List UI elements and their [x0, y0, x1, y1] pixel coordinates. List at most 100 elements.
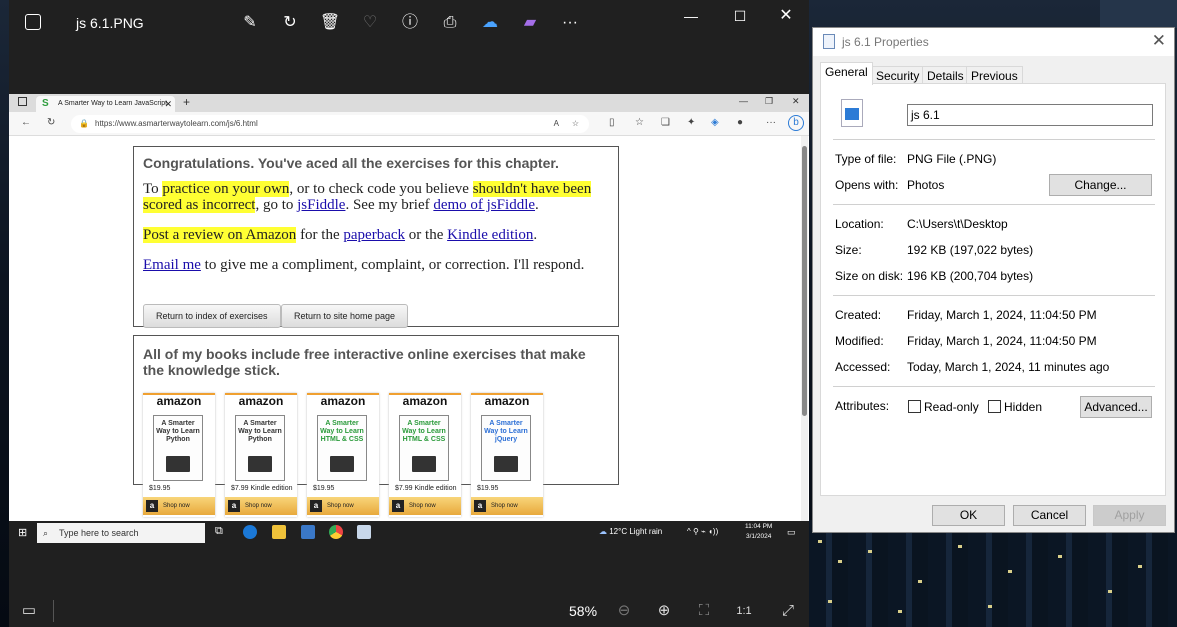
edge-icon: [243, 525, 257, 539]
zoom-out-icon[interactable]: ⊖: [613, 601, 635, 621]
minimize-icon[interactable]: —: [677, 6, 705, 26]
separator: [833, 204, 1155, 205]
general-panel: js 6.1 Type of file: PNG File (.PNG) Ope…: [820, 83, 1166, 496]
back-icon: ←: [21, 117, 31, 128]
book-price: $19.95: [149, 485, 171, 492]
browser-tab: S A Smarter Way to Learn JavaScript ✕: [36, 96, 175, 112]
maximize-icon[interactable]: ☐: [726, 6, 754, 26]
dialog-close-icon[interactable]: ✕: [1152, 31, 1166, 51]
more-options-icon[interactable]: ···: [559, 12, 581, 34]
inner-taskbar: ⊞ ⌕ Type here to search ⧉ ☁ 12°C Light ra…: [9, 521, 809, 544]
attributes-label: Attributes:: [835, 399, 890, 413]
split-screen-icon: ▯: [609, 117, 615, 128]
browser-menu-icon: ···: [766, 117, 776, 128]
windows-start-icon: ⊞: [18, 527, 28, 539]
amazon-logo: amazon: [156, 394, 202, 408]
shop-now-label: Shop now: [245, 503, 272, 509]
book-price: $7.99 Kindle edition: [231, 485, 293, 492]
notifications-icon: ▭: [787, 527, 796, 537]
book-cover: A Smarter Way to Learn Python: [153, 415, 203, 481]
read-only-label: Read-only: [924, 400, 979, 414]
change-button[interactable]: Change...: [1049, 174, 1152, 196]
email-me-link: Email me: [143, 257, 201, 273]
book-cover: A Smarter Way to Learn HTML & CSS: [317, 415, 367, 481]
profile-avatar-icon: ●: [737, 117, 744, 128]
book-card: amazon A Smarter Way to Learn Python $7.99…: [225, 393, 297, 517]
edit-image-icon[interactable]: ✎: [239, 12, 261, 34]
book-card: amazon A Smarter Way to Learn HTML & CSS $…: [307, 393, 379, 517]
practice-paragraph: To practice on your own, or to check cod…: [143, 181, 609, 213]
tab-general[interactable]: General: [820, 62, 873, 85]
weather-widget: ☁ 12°C Light rain: [599, 527, 662, 536]
full-screen-icon[interactable]: ⤢: [777, 601, 799, 621]
amazon-a-icon: a: [228, 500, 240, 512]
browser-address-bar: ← ↻ 🔒 https://www.asmarterwaytolearn.com…: [9, 112, 809, 136]
created-value: Friday, March 1, 2024, 11:04:50 PM: [907, 308, 1097, 322]
copilot-icon: b: [788, 115, 804, 131]
apply-button[interactable]: Apply: [1093, 505, 1166, 526]
photos-bottom-bar: ▭ 58% ⊖ ⊕ ⛶ 1:1 ⤢: [9, 596, 809, 627]
read-only-checkbox[interactable]: [908, 400, 921, 413]
file-name-field[interactable]: js 6.1: [907, 104, 1153, 126]
return-to-index-button: Return to index of exercises: [143, 304, 281, 328]
clipchamp-icon[interactable]: ▰: [519, 12, 541, 34]
laptop-icon: [248, 456, 272, 472]
ok-button[interactable]: OK: [932, 505, 1005, 526]
amazon-a-icon: a: [310, 500, 322, 512]
rotate-icon[interactable]: ↻: [279, 12, 301, 34]
tab-previous-versions[interactable]: Previous Versions: [966, 66, 1023, 101]
browser-essentials-icon: ◈: [711, 117, 719, 128]
return-to-home-button: Return to site home page: [281, 304, 409, 328]
review-paragraph: Post a review on Amazon for the paperbac…: [143, 227, 609, 243]
browser-tab-title: A Smarter Way to Learn JavaScript: [58, 100, 168, 107]
zoom-in-icon[interactable]: ⊕: [653, 601, 675, 621]
clock-time: 11:04 PM: [745, 523, 773, 530]
book-card: amazon A Smarter Way to Learn Python $19.9…: [143, 393, 215, 517]
cloud-rain-icon: ☁: [599, 527, 607, 536]
advanced-button[interactable]: Advanced...: [1080, 396, 1152, 418]
onedrive-icon[interactable]: ☁: [479, 12, 501, 34]
shop-now-button: a Shop now: [143, 497, 215, 515]
tab-details[interactable]: Details: [922, 66, 969, 84]
fit-to-window-icon[interactable]: ⛶: [693, 601, 715, 621]
page-scrollbar: [801, 136, 808, 521]
browser-tab-bar: S A Smarter Way to Learn JavaScript ✕ + …: [9, 94, 809, 112]
type-label: Type of file:: [835, 152, 897, 166]
size-label: Size:: [835, 243, 862, 257]
hidden-checkbox[interactable]: [988, 400, 1001, 413]
modified-label: Modified:: [835, 334, 884, 348]
browser-minimize-icon: —: [739, 96, 748, 106]
snipping-tool-icon: [357, 525, 371, 539]
shop-now-label: Shop now: [409, 503, 436, 509]
print-icon[interactable]: ⎙: [439, 12, 461, 34]
cancel-button[interactable]: Cancel: [1013, 505, 1086, 526]
tab-security[interactable]: Security: [871, 66, 925, 84]
actual-size-icon[interactable]: 1:1: [733, 601, 755, 621]
opens-value: Photos: [907, 178, 945, 192]
book-price: $19.95: [313, 485, 335, 492]
demo-jsfiddle-link: demo of jsFiddle: [433, 197, 536, 213]
separator: [833, 139, 1155, 140]
close-icon[interactable]: ✕: [772, 6, 800, 26]
browser-close-icon: ✕: [792, 96, 800, 106]
book-cover: A Smarter Way to Learn HTML & CSS: [399, 415, 449, 481]
text: .: [533, 227, 538, 243]
size-on-disk-label: Size on disk:: [835, 269, 904, 283]
amazon-logo: amazon: [484, 394, 530, 408]
delete-icon[interactable]: 🗑: [319, 12, 341, 34]
collections-icon: ❏: [661, 117, 670, 128]
text: , or to check code you believe: [289, 181, 473, 197]
clock-date: 3/1/2024: [746, 533, 772, 540]
book-title: A Smarter Way to Learn Python: [156, 420, 200, 443]
separator: [833, 295, 1155, 296]
modified-value: Friday, March 1, 2024, 11:04:50 PM: [907, 334, 1097, 348]
books-heading: All of my books include free interactive…: [143, 346, 586, 378]
book-title: A Smarter Way to Learn Python: [238, 420, 282, 443]
filmstrip-icon[interactable]: ▭: [18, 601, 40, 621]
favorite-heart-icon[interactable]: ♡: [359, 12, 381, 34]
laptop-icon: [330, 456, 354, 472]
book-price: $19.95: [477, 485, 499, 492]
system-tray-icons: ^ ⚲ ⌁ ◖)): [687, 527, 719, 536]
clock: 11:04 PM 3/1/2024: [745, 522, 772, 542]
info-icon[interactable]: ⓘ: [399, 12, 421, 34]
